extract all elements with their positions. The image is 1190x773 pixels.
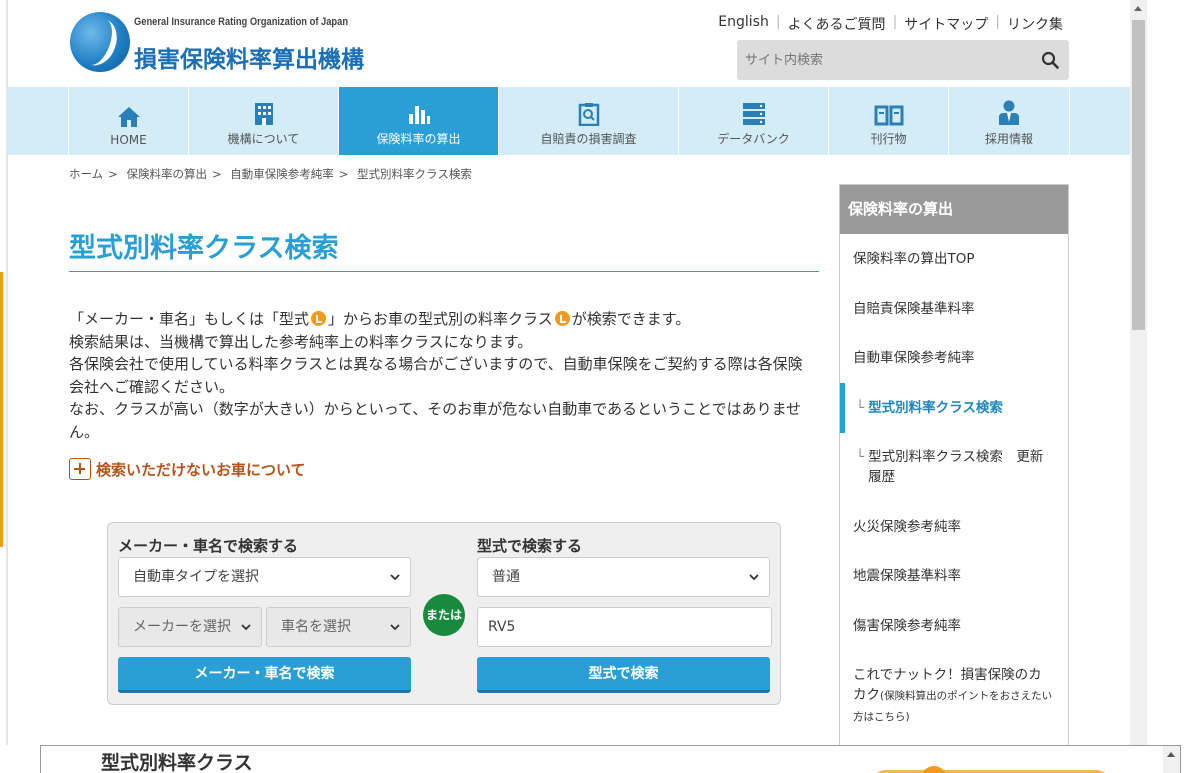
unsearchable-cars-toggle[interactable]: 検索いただけないお車について xyxy=(69,458,306,480)
maker-search-heading: メーカー・車名で検索する xyxy=(118,537,299,555)
search-panel: メーカー・車名で検索する 自動車タイプを選択 メーカーを選択 車名を選択 メーカ… xyxy=(107,522,781,705)
bottom-popup-window: 型式別料率クラス xyxy=(40,745,1181,773)
server-icon xyxy=(742,103,765,125)
page-scrollbar[interactable] xyxy=(1130,0,1147,745)
sidebar-item-rate-top[interactable]: 保険料率の算出TOP xyxy=(840,249,1068,269)
model-search-button[interactable]: 型式で検索 xyxy=(477,657,770,693)
org-name-english: General Insurance Rating Organization of… xyxy=(134,16,349,28)
utility-links: English | よくあるご質問 | サイトマップ | リンク集 xyxy=(711,14,1070,34)
maker-select[interactable]: メーカーを選択 xyxy=(118,607,262,647)
intro-text: 「メーカー・車名」もしくは「型式 」からお車の型式別の料率クラス が検索できます。 … xyxy=(69,308,814,443)
sidebar-item-model-class-search[interactable]: └ 型式別料率クラス検索 xyxy=(840,398,1068,418)
nav-label: 保険料率の算出 xyxy=(376,132,461,146)
nav-recruit[interactable]: 採用情報 xyxy=(948,87,1070,155)
scroll-up-arrow-icon[interactable] xyxy=(1167,752,1175,757)
sidebar-item-fire[interactable]: 火災保険参考純率 xyxy=(840,517,1068,537)
nav-label: HOME xyxy=(110,133,147,147)
nav-label: データバンク xyxy=(717,132,790,146)
sidebar-item-update-history[interactable]: └ 型式別料率クラス検索 更新履歴 xyxy=(840,447,1068,487)
page-title: 型式別料率クラス検索 xyxy=(69,226,819,272)
model-type-select-value: 普通 xyxy=(492,569,520,585)
search-icon[interactable] xyxy=(1041,51,1059,69)
logo-mark-icon xyxy=(70,12,130,72)
person-icon xyxy=(999,100,1019,125)
nav-rate-calculation[interactable]: 保険料率の算出 xyxy=(338,87,498,155)
sub-item-marker: └ xyxy=(856,400,865,416)
car-type-select-value: 自動車タイプを選択 xyxy=(133,569,259,585)
or-badge: または xyxy=(423,594,465,636)
site-search xyxy=(737,40,1069,80)
browser-viewport: General Insurance Rating Organization of… xyxy=(0,0,1190,773)
intro-paragraph-2: 検索結果は、当機構で算出した参考純率上の料率クラスになります。 xyxy=(69,332,533,351)
sidebar-item-accident[interactable]: 傷害保険参考純率 xyxy=(840,616,1068,636)
car-name-select-value: 車名を選択 xyxy=(281,619,351,635)
site-logo[interactable]: General Insurance Rating Organization of… xyxy=(70,12,380,74)
sidebar-item-label: 型式別料率クラス検索 更新履歴 xyxy=(868,449,1044,485)
chevron-down-icon xyxy=(390,624,400,631)
sidebar-item-auto[interactable]: 自動車保険参考純率 xyxy=(840,348,1068,368)
breadcrumb-home[interactable]: ホーム xyxy=(69,167,103,181)
unsearchable-cars-label: 検索いただけないお車について xyxy=(96,460,306,479)
sidebar-item-label: 型式別料率クラス検索 xyxy=(868,400,1003,416)
nav-damage-survey[interactable]: 自賠責の損害調査 xyxy=(498,87,678,155)
side-accent-strip xyxy=(0,272,3,547)
info-icon[interactable] xyxy=(554,311,570,326)
scroll-up-arrow-icon[interactable] xyxy=(1134,6,1142,11)
nav-label: 刊行物 xyxy=(870,132,907,146)
model-input[interactable]: RV5 xyxy=(477,607,772,647)
sidebar-heading: 保険料率の算出 xyxy=(840,185,1068,234)
nav-publications[interactable]: 刊行物 xyxy=(828,87,948,155)
link-english[interactable]: English xyxy=(711,14,776,34)
link-sitemap[interactable]: サイトマップ xyxy=(897,14,995,34)
intro-paragraph-1: 「メーカー・車名」もしくは「型式 」からお車の型式別の料率クラス が検索できます。 xyxy=(69,308,814,331)
maker-search-button[interactable]: メーカー・車名で検索 xyxy=(118,657,411,693)
nav-label: 採用情報 xyxy=(984,132,1033,146)
nav-databank[interactable]: データバンク xyxy=(678,87,828,155)
bar-chart-icon xyxy=(408,106,430,124)
nav-label: 自賠責の損害調査 xyxy=(540,132,637,146)
nav-label: 機構について xyxy=(227,132,300,146)
chevron-down-icon xyxy=(241,624,251,631)
link-model-type[interactable]: 型式 xyxy=(279,310,309,328)
book-icon xyxy=(874,105,903,126)
building-icon xyxy=(254,103,273,125)
sidebar-item-kakaku[interactable]: これでナットク！損害保険のカカク(保険料算出のポイントをおさえたい方はこちら) xyxy=(840,665,1055,727)
intro-paragraph-3: 各保険会社で使用している料率クラスとは異なる場合がございますので、自動車保険をご… xyxy=(69,355,803,396)
clipboard-search-icon xyxy=(578,103,599,126)
org-name-japanese: 損害保険料率算出機構 xyxy=(134,47,364,73)
link-faq[interactable]: よくあるご質問 xyxy=(781,14,893,34)
car-name-select[interactable]: 車名を選択 xyxy=(266,607,411,647)
breadcrumb-rate-calc[interactable]: 保険料率の算出 xyxy=(126,167,207,181)
chevron-down-icon xyxy=(390,574,400,581)
scroll-thumb[interactable] xyxy=(1132,20,1145,330)
breadcrumb: ホーム > 保険料率の算出 > 自動車保険参考純率 > 型式別料率クラス検索 xyxy=(69,167,472,181)
intro-text-part: が検索できます。 xyxy=(571,310,691,328)
popup-scrollbar[interactable] xyxy=(1163,746,1180,773)
popup-title: 型式別料率クラス xyxy=(101,752,253,773)
link-rate-class[interactable]: 型式別の料率クラス xyxy=(418,310,553,328)
link-links[interactable]: リンク集 xyxy=(1000,14,1070,34)
nav-home[interactable]: HOME xyxy=(68,87,188,155)
breadcrumb-current: 型式別料率クラス検索 xyxy=(357,167,472,181)
model-type-select[interactable]: 普通 xyxy=(477,557,770,597)
sidebar-item-note: (保険料算出のポイントをおさえたい方はこちら) xyxy=(853,690,1053,723)
model-search-heading: 型式で検索する xyxy=(477,537,583,555)
plus-icon xyxy=(69,458,91,480)
sidebar-item-cali[interactable]: 自賠責保険基準料率 xyxy=(840,299,1068,319)
site-search-input[interactable] xyxy=(737,40,1027,80)
home-icon xyxy=(117,107,140,127)
sub-item-marker: └ xyxy=(856,449,865,465)
nav-about[interactable]: 機構について xyxy=(188,87,338,155)
intro-text-part: 「メーカー・車名」もしくは「 xyxy=(69,310,280,328)
global-nav: HOME 機構について 保険料率の算出 自賠責の損害調査 データバンク 刊行物 … xyxy=(8,87,1130,155)
intro-paragraph-4: なお、クラスが高い（数字が大きい）からといって、そのお車が危ない自動車であるとい… xyxy=(69,400,802,441)
breadcrumb-auto-insurance[interactable]: 自動車保険参考純率 xyxy=(230,167,334,181)
info-icon[interactable] xyxy=(311,311,327,326)
car-type-select[interactable]: 自動車タイプを選択 xyxy=(118,557,411,597)
intro-text-part: 」からお車の xyxy=(328,310,419,328)
sidebar-menu: 保険料率の算出 保険料率の算出TOP 自賠責保険基準料率 自動車保険参考純率 └… xyxy=(839,184,1069,746)
maker-select-value: メーカーを選択 xyxy=(133,619,231,635)
sidebar-item-earthquake[interactable]: 地震保険基準料率 xyxy=(840,566,1068,586)
chevron-down-icon xyxy=(749,574,759,581)
